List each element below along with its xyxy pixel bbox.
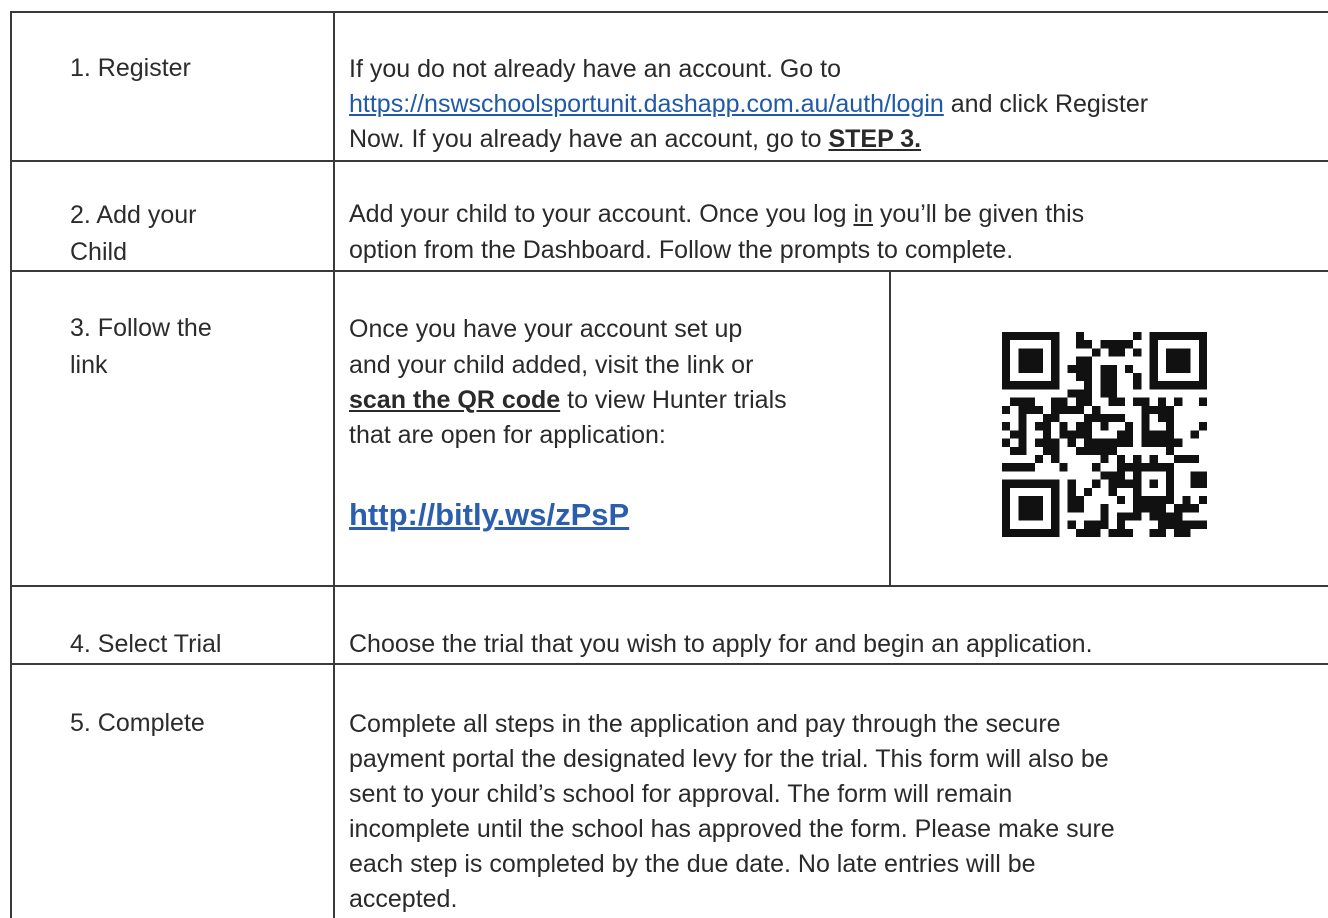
follow-line-3: scan the QR code to view Hunter trials bbox=[349, 383, 787, 418]
row-divider-2 bbox=[12, 270, 1328, 272]
complete-line-2: payment portal the designated levy for t… bbox=[349, 745, 1109, 773]
add-child-line-2: option from the Dashboard. Follow the pr… bbox=[349, 236, 1014, 264]
step-label-register: 1. Register bbox=[70, 54, 191, 82]
complete-line-4: incomplete until the school has approved… bbox=[349, 815, 1115, 843]
add-child-line-1-pre: Add your child to your account. Once you… bbox=[349, 200, 854, 228]
short-url-link[interactable]: http://bitly.ws/zPsP bbox=[349, 495, 629, 535]
follow-line-1: Once you have your account set up bbox=[349, 315, 743, 343]
step-label-select-trial: 4. Select Trial bbox=[70, 630, 222, 658]
column-divider bbox=[333, 11, 335, 918]
add-child-line-1: Add your child to your account. Once you… bbox=[349, 197, 1084, 232]
add-child-line-1-post: you’ll be given this bbox=[872, 200, 1085, 228]
step-label-follow-link: 3. Follow the link bbox=[70, 310, 212, 384]
table-border-top bbox=[12, 11, 1328, 13]
register-line-3: Now. If you already have an account, go … bbox=[349, 122, 921, 157]
complete-line-6: accepted. bbox=[349, 885, 458, 913]
follow-line-4: that are open for application: bbox=[349, 421, 666, 449]
row-divider-3 bbox=[12, 585, 1328, 587]
register-line-2-post: and click Register bbox=[943, 90, 1149, 118]
row-divider-4 bbox=[12, 663, 1328, 665]
follow-link-label-line-2: link bbox=[70, 351, 108, 379]
register-line-2: https://nswschoolsportunit.dashapp.com.a… bbox=[349, 87, 1148, 122]
add-child-label-line-2: Child bbox=[70, 238, 127, 266]
step-label-complete: 5. Complete bbox=[70, 709, 205, 737]
add-child-label-line-1: 2. Add your bbox=[70, 201, 197, 229]
login-url-link[interactable]: https://nswschoolsportunit.dashapp.com.a… bbox=[349, 90, 944, 118]
complete-line-1: Complete all steps in the application an… bbox=[349, 710, 1061, 738]
register-line-1: If you do not already have an account. G… bbox=[349, 55, 841, 83]
follow-link-label-line-1: 3. Follow the bbox=[70, 314, 212, 342]
step-3-reference: STEP 3. bbox=[828, 125, 922, 153]
complete-line-3: sent to your child’s school for approval… bbox=[349, 780, 1013, 808]
table-border-left bbox=[10, 11, 12, 918]
follow-line-2: and your child added, visit the link or bbox=[349, 351, 754, 379]
follow-line-3-post: to view Hunter trials bbox=[560, 386, 787, 414]
qr-phrase: scan the QR code bbox=[349, 386, 561, 414]
qr-code-icon[interactable] bbox=[1002, 332, 1207, 537]
complete-line-5: each step is completed by the due date. … bbox=[349, 850, 1036, 878]
login-word: in bbox=[853, 200, 873, 228]
select-trial-text: Choose the trial that you wish to apply … bbox=[349, 630, 1093, 658]
qr-column-divider bbox=[889, 270, 891, 586]
register-line-3-pre: Now. If you already have an account, go … bbox=[349, 125, 829, 153]
row-divider-1 bbox=[12, 160, 1328, 162]
step-label-add-child: 2. Add your Child bbox=[70, 197, 196, 271]
